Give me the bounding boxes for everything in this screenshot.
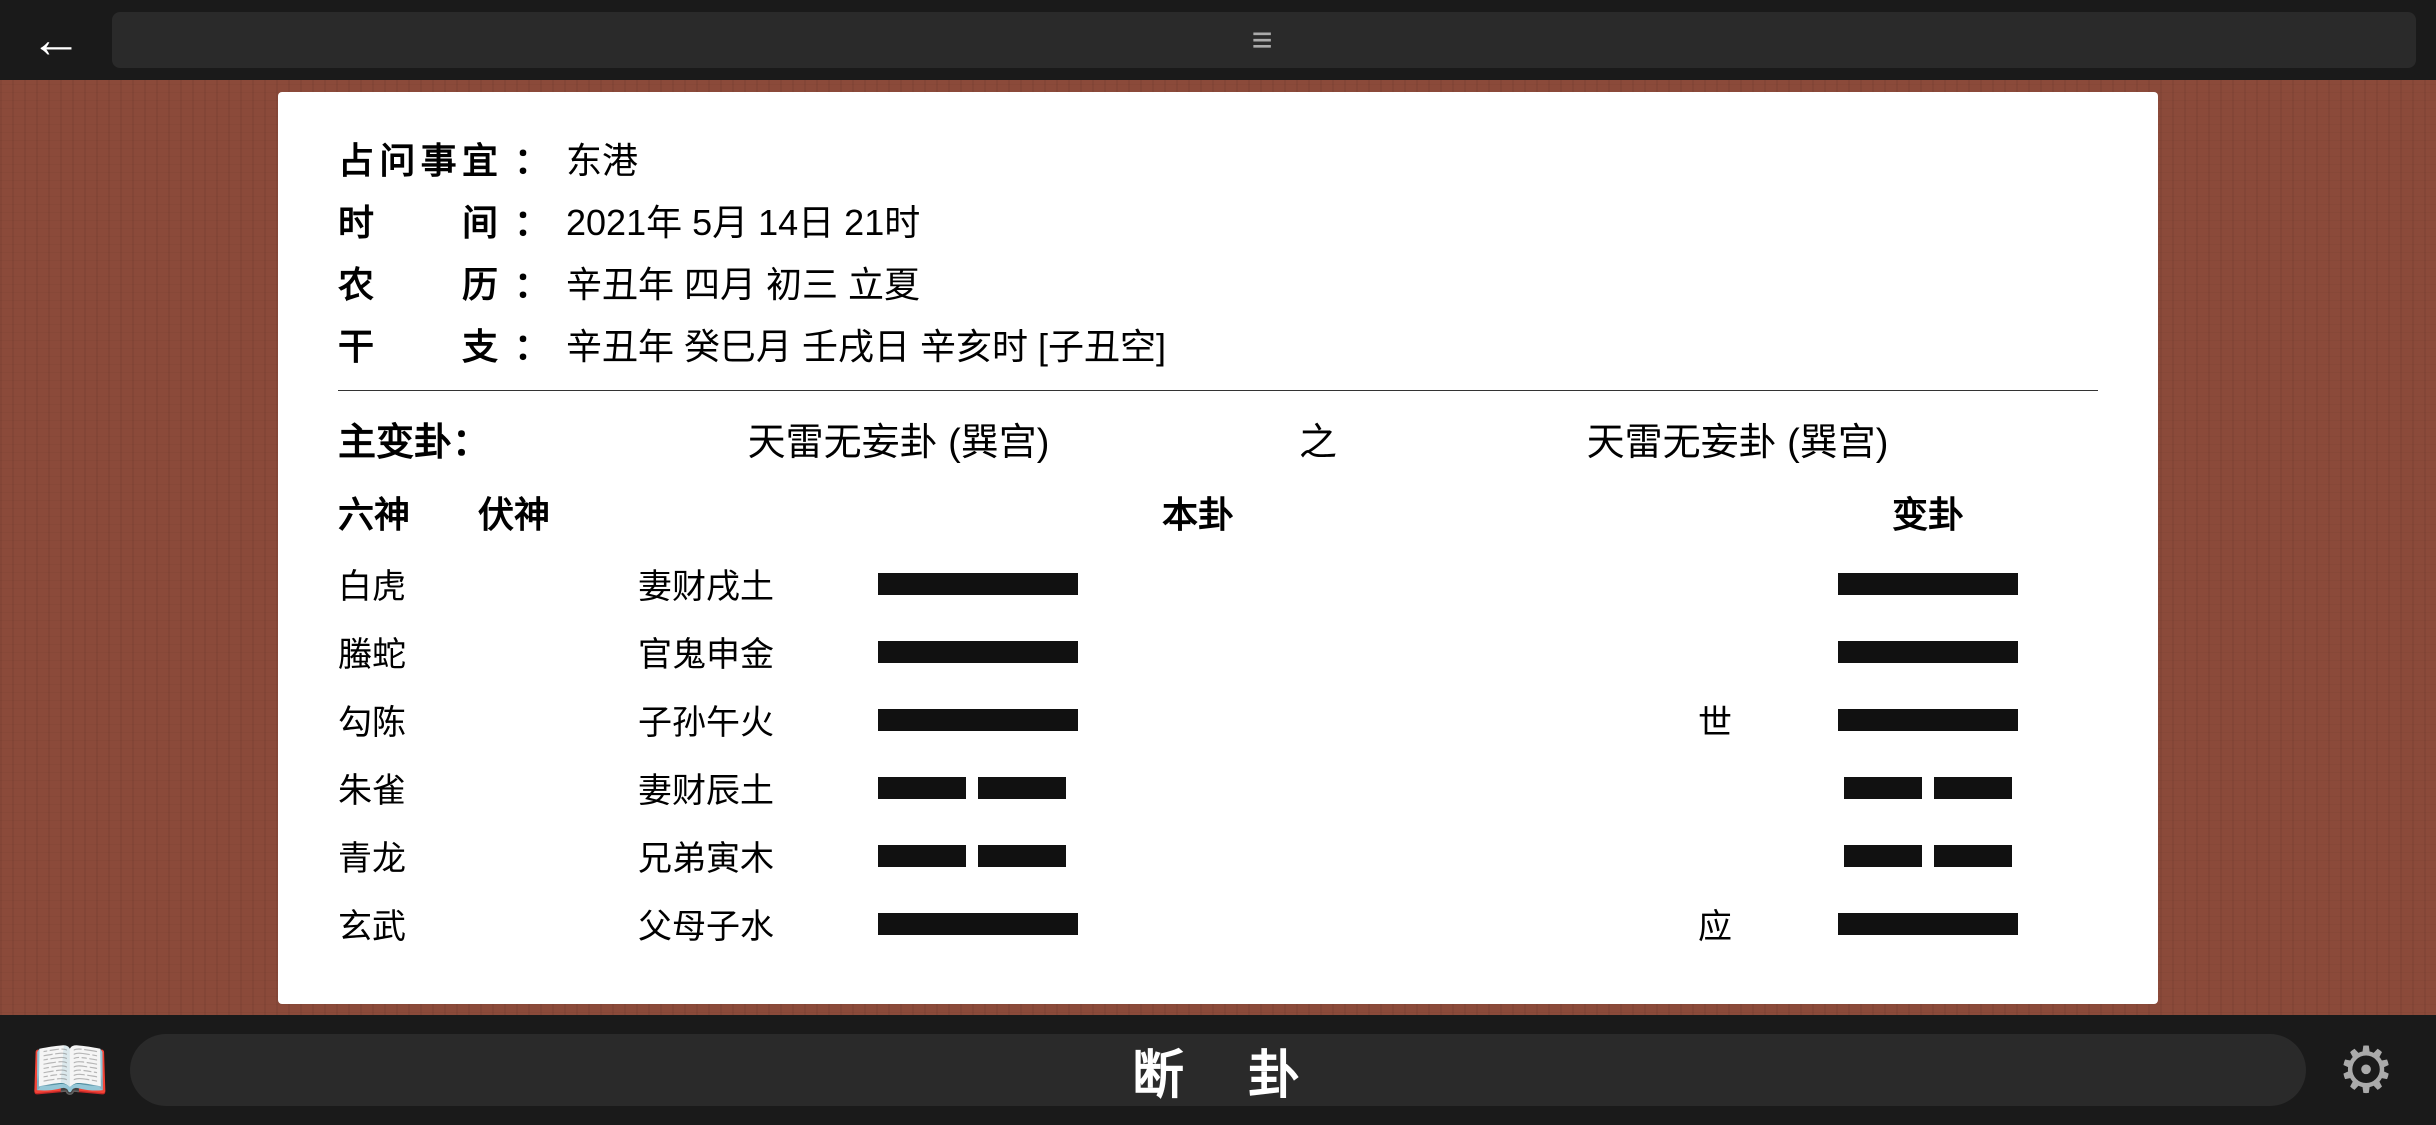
bottom-center-bar[interactable]: 断 卦 bbox=[130, 1034, 2306, 1106]
info-section: 占问事宜 ： 东港 时 间 ： 2021年 5月 14日 21时 农 历 ： 辛… bbox=[338, 132, 2098, 370]
value-nongli: 辛丑年 四月 初三 立夏 bbox=[566, 256, 920, 308]
info-row-2: 时 间 ： 2021年 5月 14日 21时 bbox=[338, 194, 2098, 246]
bengua-line-4 bbox=[878, 777, 1698, 799]
yin-right bbox=[978, 777, 1066, 799]
yin-left-sm bbox=[1844, 845, 1922, 867]
liushen-6: 玄武 bbox=[338, 899, 478, 948]
zhi-label: 之 bbox=[1299, 411, 1337, 466]
bengua-title: 天雷无妄卦 (巽宫) bbox=[538, 411, 1259, 466]
colon-2: ： bbox=[514, 194, 550, 246]
gear-button[interactable]: ⚙ bbox=[2326, 1030, 2406, 1110]
table-row: 螣蛇 官鬼申金 bbox=[338, 622, 2098, 682]
yin-right-sm bbox=[1934, 777, 2012, 799]
yin-line-group bbox=[878, 845, 1066, 867]
marker-3: 世 bbox=[1698, 695, 1758, 744]
table-row: 勾陈 子孙午火 世 bbox=[338, 690, 2098, 750]
gear-icon: ⚙ bbox=[2337, 1033, 2394, 1108]
yang-line-sm bbox=[1838, 709, 2018, 731]
table-row: 朱雀 妻财辰土 bbox=[338, 758, 2098, 818]
colon-4: ： bbox=[514, 318, 550, 370]
info-row-1: 占问事宜 ： 东港 bbox=[338, 132, 2098, 184]
yang-line bbox=[878, 641, 1078, 663]
yin-right bbox=[978, 845, 1066, 867]
liushen-3: 勾陈 bbox=[338, 695, 478, 744]
table-row: 白虎 妻财戌土 bbox=[338, 554, 2098, 614]
yang-line-sm bbox=[1838, 913, 2018, 935]
liushen-5: 青龙 bbox=[338, 831, 478, 880]
yin-line-group bbox=[878, 777, 1066, 799]
biangua-line-1 bbox=[1758, 573, 2098, 595]
yang-line bbox=[878, 709, 1078, 731]
yao-4: 妻财辰土 bbox=[638, 763, 878, 812]
yin-line-group-sm bbox=[1844, 845, 2012, 867]
col-headers: 六神 伏神 本卦 变卦 bbox=[338, 486, 2098, 538]
main-content: 占问事宜 ： 东港 时 间 ： 2021年 5月 14日 21时 农 历 ： 辛… bbox=[0, 80, 2436, 1015]
yang-line bbox=[878, 913, 1078, 935]
biangua-line-5 bbox=[1758, 845, 2098, 867]
divider bbox=[338, 390, 2098, 391]
main-biangua-label: 主变卦： bbox=[338, 411, 538, 466]
yang-line-sm bbox=[1838, 641, 2018, 663]
col-bengua-header: 本卦 bbox=[638, 486, 1758, 538]
bottom-label-gua: 卦 bbox=[1248, 1033, 1304, 1108]
yao-2: 官鬼申金 bbox=[638, 627, 878, 676]
label-shijian: 时 间 bbox=[338, 194, 498, 246]
value-ganzhi: 辛丑年 癸巳月 壬戌日 辛亥时 [子丑空] bbox=[566, 318, 1166, 370]
biangua-title: 天雷无妄卦 (巽宫) bbox=[1377, 411, 2098, 466]
biangua-line-3 bbox=[1758, 709, 2098, 731]
table-row: 玄武 父母子水 应 bbox=[338, 894, 2098, 954]
back-button[interactable]: ← bbox=[20, 14, 92, 66]
yao-1: 妻财戌土 bbox=[638, 559, 878, 608]
yin-right-sm bbox=[1934, 845, 2012, 867]
liushen-4: 朱雀 bbox=[338, 763, 478, 812]
book-button[interactable]: 📖 bbox=[30, 1030, 110, 1110]
liushen-1: 白虎 bbox=[338, 559, 478, 608]
bengua-line-6 bbox=[878, 913, 1698, 935]
label-shiyiqing: 占问事宜 bbox=[338, 132, 498, 184]
colon-3: ： bbox=[514, 256, 550, 308]
col-fushen-header: 伏神 bbox=[478, 486, 638, 538]
content-card: 占问事宜 ： 东港 时 间 ： 2021年 5月 14日 21时 农 历 ： 辛… bbox=[278, 92, 2158, 1004]
bottom-bar: 📖 断 卦 ⚙ bbox=[0, 1015, 2436, 1125]
biangua-line-6 bbox=[1758, 913, 2098, 935]
value-shijian: 2021年 5月 14日 21时 bbox=[566, 194, 920, 246]
bottom-label-duan: 断 bbox=[1132, 1033, 1188, 1108]
biangua-line-4 bbox=[1758, 777, 2098, 799]
liushen-2: 螣蛇 bbox=[338, 627, 478, 676]
top-bar: ← ≡ bbox=[0, 0, 2436, 80]
biangua-line-2 bbox=[1758, 641, 2098, 663]
book-icon: 📖 bbox=[30, 1033, 110, 1108]
top-menu-bar[interactable]: ≡ bbox=[112, 12, 2416, 68]
hamburger-icon: ≡ bbox=[1251, 19, 1276, 61]
yang-line bbox=[878, 573, 1078, 595]
bengua-line-1 bbox=[878, 573, 1698, 595]
value-shiyiqing: 东港 bbox=[566, 132, 638, 184]
bengua-line-5 bbox=[878, 845, 1698, 867]
yang-line-sm bbox=[1838, 573, 2018, 595]
col-liushen-header: 六神 bbox=[338, 486, 478, 538]
info-row-3: 农 历 ： 辛丑年 四月 初三 立夏 bbox=[338, 256, 2098, 308]
info-row-4: 干 支 ： 辛丑年 癸巳月 壬戌日 辛亥时 [子丑空] bbox=[338, 318, 2098, 370]
yin-line-group-sm bbox=[1844, 777, 2012, 799]
yao-6: 父母子水 bbox=[638, 899, 878, 948]
yin-left bbox=[878, 777, 966, 799]
marker-6: 应 bbox=[1698, 899, 1758, 948]
col-biangua-header: 变卦 bbox=[1758, 486, 2098, 538]
yin-left bbox=[878, 845, 966, 867]
hex-rows: 白虎 妻财戌土 螣蛇 官鬼申金 bbox=[338, 554, 2098, 954]
table-row: 青龙 兄弟寅木 bbox=[338, 826, 2098, 886]
colon-1: ： bbox=[514, 132, 550, 184]
bengua-line-3 bbox=[878, 709, 1698, 731]
hexagram-header: 主变卦： 天雷无妄卦 (巽宫) 之 天雷无妄卦 (巽宫) bbox=[338, 411, 2098, 466]
label-nongli: 农 历 bbox=[338, 256, 498, 308]
yao-5: 兄弟寅木 bbox=[638, 831, 878, 880]
yao-3: 子孙午火 bbox=[638, 695, 878, 744]
label-ganzhi: 干 支 bbox=[338, 318, 498, 370]
bengua-line-2 bbox=[878, 641, 1698, 663]
yin-left-sm bbox=[1844, 777, 1922, 799]
